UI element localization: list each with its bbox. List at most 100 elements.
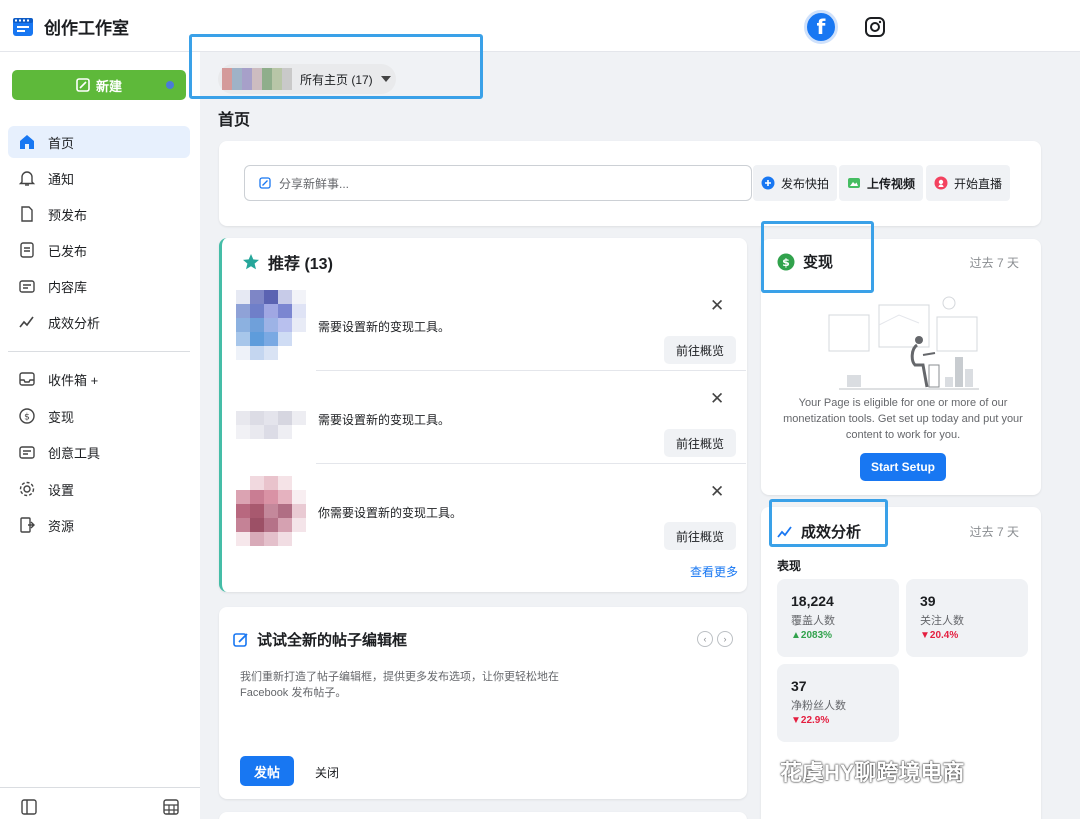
stat-label: 关注人数	[920, 615, 964, 627]
brand: 创作工作室	[12, 14, 129, 39]
trend-down-icon: ▼	[920, 630, 930, 641]
new-button[interactable]: 新建	[12, 70, 186, 100]
sidebar-item-library[interactable]: 内容库	[8, 270, 190, 302]
app-title: 创作工作室	[44, 19, 129, 38]
monetization-description: Your Page is eligible for one or more of…	[783, 397, 1023, 441]
sidebar-item-creative-tools[interactable]: 创意工具	[8, 436, 190, 468]
recommendation-message: 需要设置新的变现工具。	[318, 413, 451, 427]
stat-value: 18,224	[791, 593, 834, 609]
close-icon[interactable]: ✕	[710, 482, 724, 502]
sidebar-item-label: 通知	[48, 171, 75, 187]
highlight-box-analytics	[769, 499, 888, 547]
table-view-icon[interactable]	[162, 798, 180, 816]
photo-video-icon	[848, 178, 860, 188]
chevron-left-icon[interactable]: ‹	[697, 631, 713, 647]
monetization-period: 过去 7 天	[969, 256, 1019, 270]
sidebar-item-label: 预发布	[48, 207, 88, 223]
analytics-icon	[19, 316, 34, 328]
stat-value: 39	[920, 593, 936, 609]
recommendations-header: 推荐 (13)	[242, 250, 333, 274]
resources-icon	[20, 517, 35, 533]
home-icon	[20, 135, 34, 149]
sidebar-item-drafts[interactable]: 预发布	[8, 198, 190, 230]
sidebar: 新建 首页 通知 预发布 已发布 内容库 成效分析 收件箱 + $ 变现 创意工…	[0, 52, 200, 819]
sidebar-item-label: 设置	[48, 482, 75, 498]
stat-delta: ▼22.9%	[791, 715, 830, 726]
published-icon	[20, 242, 34, 258]
live-icon	[934, 176, 948, 190]
sidebar-item-label: 成效分析	[48, 315, 101, 331]
inbox-icon	[19, 372, 35, 386]
monetization-illustration	[828, 296, 979, 390]
stat-delta: ▼20.4%	[920, 630, 959, 641]
see-more-link[interactable]: 查看更多	[690, 563, 738, 580]
post-button[interactable]: 发帖	[240, 756, 294, 786]
stat-card-net-followers[interactable]: 37 净粉丝人数 ▼22.9%	[777, 664, 899, 742]
stat-card-reach[interactable]: 18,224 覆盖人数 ▲2083%	[777, 579, 899, 657]
start-setup-button[interactable]: Start Setup	[860, 453, 946, 481]
performance-period: 过去 7 天	[969, 525, 1019, 539]
close-button[interactable]: 关闭	[315, 764, 339, 781]
top-bar: 创作工作室 f	[0, 0, 1080, 52]
sidebar-divider	[8, 351, 190, 352]
composer-card: 分享新鲜事... 发布快拍 上传视频 开始直播	[219, 141, 1041, 226]
go-to-overview-button[interactable]: 前往概览	[664, 336, 736, 364]
library-icon	[19, 280, 35, 293]
sidebar-item-label: 创意工具	[48, 445, 101, 461]
sidebar-item-monetization[interactable]: $ 变现	[8, 400, 190, 432]
recommendation-message: 需要设置新的变现工具。	[318, 320, 451, 334]
sidebar-item-label: 内容库	[48, 279, 88, 295]
sidebar-item-published[interactable]: 已发布	[8, 234, 190, 266]
page-title: 首页	[218, 112, 251, 129]
sidebar-item-label: 首页	[48, 135, 75, 151]
try-editor-title: 试试全新的帖子编辑框	[257, 632, 408, 649]
carousel-arrows: ‹ ›	[697, 631, 733, 647]
sidebar-item-label: 已发布	[48, 243, 88, 259]
edit-icon	[76, 78, 90, 92]
trend-down-icon: ▼	[791, 715, 801, 726]
recommendations-card: 推荐 (13) 需要设置新的变现工具。 ✕ 前往概览 需要设置新的变现工具。 ✕…	[219, 238, 747, 592]
instagram-tab-icon[interactable]	[864, 16, 886, 38]
sidebar-item-home[interactable]: 首页	[8, 126, 190, 158]
go-to-overview-button[interactable]: 前往概览	[664, 429, 736, 457]
plus-circle-icon	[761, 176, 775, 190]
chevron-right-icon[interactable]: ›	[717, 631, 733, 647]
facebook-tab-icon[interactable]: f	[804, 10, 838, 44]
trend-up-icon: ▲	[791, 630, 801, 641]
performance-subtitle: 表现	[777, 559, 802, 573]
tools-icon	[19, 446, 35, 459]
story-button[interactable]: 发布快拍	[753, 165, 838, 201]
notification-dot	[166, 81, 174, 89]
sidebar-item-resources[interactable]: 资源	[8, 509, 190, 541]
sidebar-item-label: 资源	[48, 518, 75, 534]
try-editor-header: 试试全新的帖子编辑框	[233, 629, 407, 650]
gear-icon	[19, 481, 35, 497]
stat-delta: ▲2083%	[791, 630, 833, 641]
sidebar-item-settings[interactable]: 设置	[8, 473, 190, 505]
sidebar-item-notifications[interactable]: 通知	[8, 162, 190, 194]
list-item: 需要设置新的变现工具。 ✕ 前往概览	[222, 371, 750, 464]
dollar-icon: $	[19, 408, 35, 424]
close-icon[interactable]: ✕	[710, 296, 724, 316]
go-to-overview-button[interactable]: 前往概览	[664, 522, 736, 550]
stat-card-followers[interactable]: 39 关注人数 ▼20.4%	[906, 579, 1028, 657]
sidebar-item-inbox[interactable]: 收件箱 +	[8, 363, 190, 395]
story-button-label: 发布快拍	[781, 176, 830, 191]
try-editor-description: 我们重新打造了帖子编辑框，提供更多发布选项，让你更轻松地在 Facebook 发…	[240, 671, 559, 699]
page-thumbnail	[236, 290, 306, 360]
bell-icon	[18, 171, 36, 186]
sidebar-item-analytics[interactable]: 成效分析	[8, 306, 190, 338]
watermark-text: 花虞HY聊跨境电商	[780, 760, 965, 785]
upload-video-button[interactable]: 上传视频	[839, 165, 924, 201]
star-icon	[243, 254, 259, 270]
next-card	[219, 812, 747, 819]
close-icon[interactable]: ✕	[710, 389, 724, 409]
stat-label: 覆盖人数	[791, 615, 835, 627]
composer-input[interactable]: 分享新鲜事...	[244, 165, 752, 201]
highlight-box-pages	[189, 34, 483, 99]
recommendation-message: 你需要设置新的变现工具。	[318, 506, 463, 520]
edit-icon	[259, 177, 271, 189]
draft-icon	[21, 206, 33, 222]
go-live-button[interactable]: 开始直播	[926, 165, 1011, 201]
collapse-sidebar-icon[interactable]	[20, 798, 38, 816]
